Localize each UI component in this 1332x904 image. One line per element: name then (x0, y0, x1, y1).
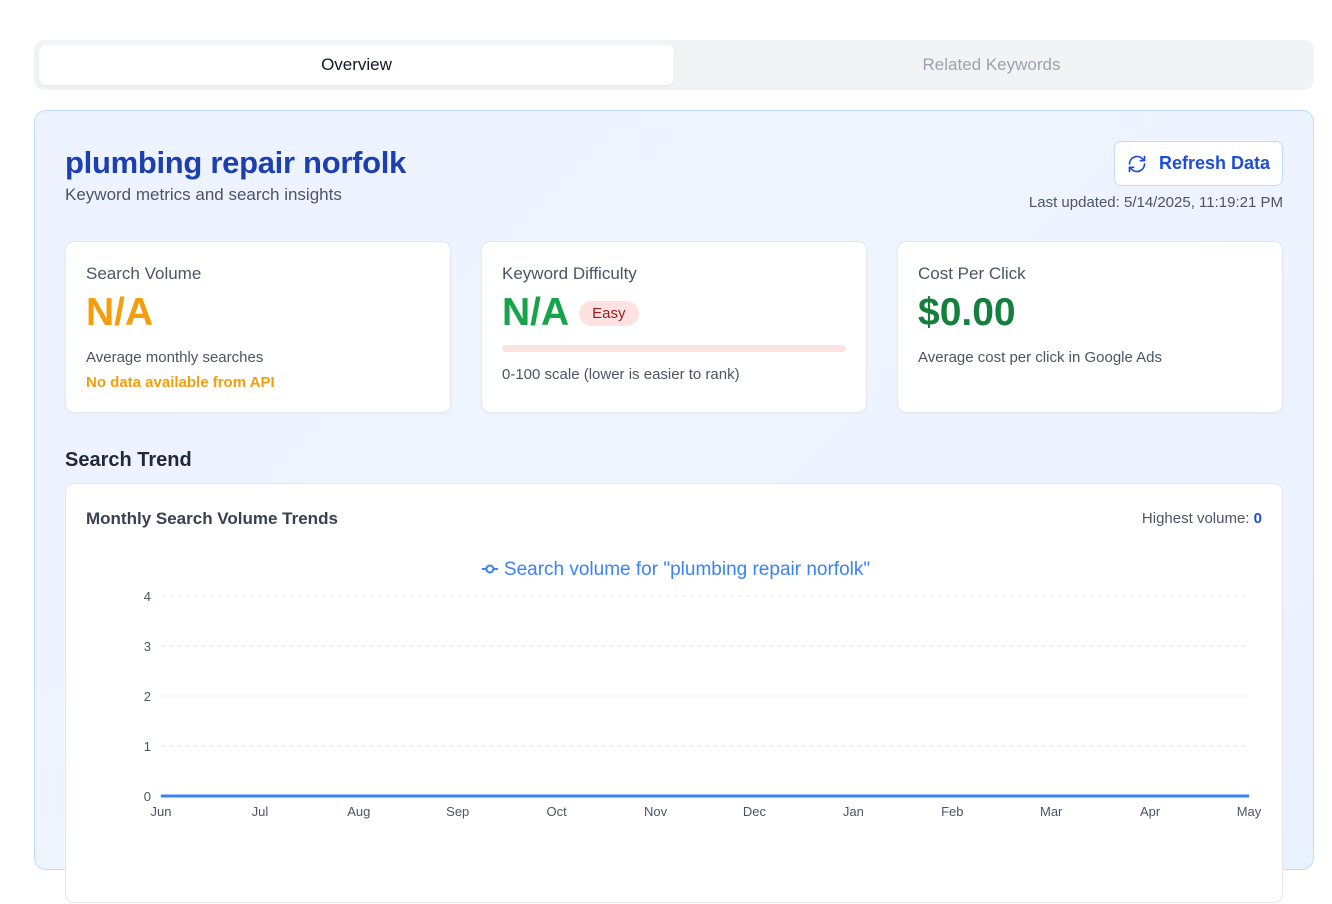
data-point (457, 795, 459, 797)
search-trend-heading: Search Trend (65, 449, 192, 471)
difficulty-progress-bar (502, 344, 846, 352)
keyword-difficulty-desc: 0-100 scale (lower is easier to rank) (502, 365, 740, 383)
chart-legend-label: Search volume for "plumbing repair norfo… (504, 559, 870, 580)
x-tick-label: Jan (843, 804, 864, 819)
data-point (1050, 795, 1052, 797)
x-tick-label: Jul (252, 804, 269, 819)
search-volume-value: N/A (86, 291, 154, 334)
chart-legend-marker (485, 564, 495, 574)
x-tick-label: Sep (446, 804, 469, 819)
y-tick-label: 4 (144, 589, 151, 604)
x-tick-label: May (1237, 804, 1262, 819)
keyword-difficulty-label: Keyword Difficulty (502, 264, 637, 283)
line-chart: Search volume for "plumbing repair norfo… (144, 559, 1262, 819)
keyword-difficulty-value: N/A (502, 291, 570, 334)
y-tick-label: 0 (144, 789, 151, 804)
x-tick-label: Oct (547, 804, 568, 819)
cpc-desc: Average cost per click in Google Ads (918, 348, 1163, 366)
data-point (259, 795, 261, 797)
tab-bar: Overview Related Keywords (34, 40, 1314, 90)
keyword-panel: plumbing repair norfolk Keyword metrics … (34, 110, 1314, 903)
keyword-difficulty-card: Keyword Difficulty N/A Easy 0-100 scale … (481, 241, 867, 413)
refresh-data-button[interactable]: Refresh Data (1114, 141, 1283, 186)
cpc-card: Cost Per Click $0.00 Average cost per cl… (897, 241, 1283, 413)
x-tick-label: Aug (347, 804, 370, 819)
data-point (951, 795, 953, 797)
refresh-icon (1128, 155, 1146, 172)
refresh-data-label: Refresh Data (1158, 153, 1271, 173)
data-point (1149, 795, 1151, 797)
y-tick-label: 1 (144, 739, 151, 754)
cpc-label: Cost Per Click (918, 264, 1026, 283)
difficulty-badge: Easy (579, 300, 639, 326)
y-tick-label: 2 (144, 689, 151, 704)
tab-related-keywords[interactable]: Related Keywords (674, 45, 1309, 85)
search-volume-desc: Average monthly searches (86, 348, 264, 366)
x-tick-label: Jun (151, 804, 172, 819)
cpc-value: $0.00 (918, 291, 1016, 334)
search-volume-label: Search Volume (86, 264, 202, 283)
data-point (556, 795, 558, 797)
data-point (753, 795, 755, 797)
last-updated: Last updated: 5/14/2025, 11:19:21 PM (1028, 194, 1283, 211)
search-volume-card: Search Volume N/A Average monthly search… (65, 241, 451, 413)
data-point (655, 795, 657, 797)
data-point (852, 795, 854, 797)
data-point (1248, 795, 1250, 797)
data-point (160, 795, 162, 797)
x-tick-label: Apr (1140, 804, 1161, 819)
keyword-title: plumbing repair norfolk (65, 145, 407, 180)
trend-chart-card: Monthly Search Volume Trends Highest vol… (65, 483, 1283, 903)
search-volume-warning: No data available from API (86, 373, 275, 391)
y-tick-label: 3 (144, 639, 151, 654)
x-tick-label: Dec (743, 804, 767, 819)
tab-overview[interactable]: Overview (39, 45, 674, 85)
data-point (358, 795, 360, 797)
x-tick-label: Nov (644, 804, 668, 819)
keyword-subtitle: Keyword metrics and search insights (65, 185, 342, 204)
x-tick-label: Mar (1040, 804, 1063, 819)
x-tick-label: Feb (941, 804, 963, 819)
